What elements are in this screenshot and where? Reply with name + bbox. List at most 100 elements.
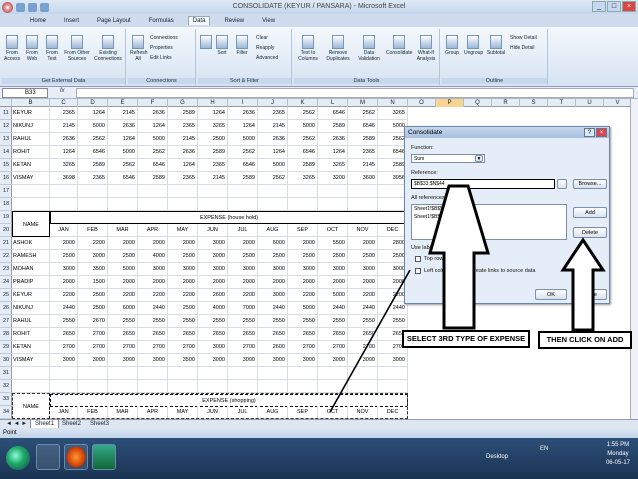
cell[interactable] [50,380,78,393]
row-header[interactable]: 18 [0,198,12,211]
cell[interactable]: KEYUR [12,289,50,302]
cell[interactable]: APR [138,224,168,237]
cell[interactable]: 2600 [258,341,288,354]
cell[interactable]: 3000 [288,354,318,367]
cell[interactable]: 3000 [288,263,318,276]
cell[interactable]: 2636 [228,107,258,120]
row-header[interactable]: 27 [0,315,12,328]
cell[interactable]: 2000 [168,237,198,250]
cell[interactable]: 3000 [50,263,78,276]
cell[interactable]: 7000 [228,302,258,315]
browse-button[interactable]: Browse... [573,179,607,189]
row-header[interactable]: 22 [0,250,12,263]
name-box[interactable]: B33 [2,88,48,98]
cell[interactable]: 5500 [318,237,348,250]
cell[interactable]: 2700 [288,341,318,354]
cell[interactable] [108,367,138,380]
cell[interactable]: ROHIT [12,146,50,159]
cell[interactable]: 5000 [228,133,258,146]
chevron-down-icon[interactable]: ▼ [475,155,483,162]
row-header[interactable]: 17 [0,185,12,198]
remove-duplicates-button[interactable]: Remove Duplicates [324,35,352,62]
list-item[interactable]: Sheet1!$B$5:$N$16 [414,205,566,213]
cell[interactable]: 2145 [108,107,138,120]
cell[interactable]: 2000 [258,276,288,289]
cell[interactable] [50,198,78,211]
cell[interactable]: 2000 [198,276,228,289]
cell[interactable]: 2589 [318,120,348,133]
cell[interactable]: 2200 [138,289,168,302]
tab-page-layout[interactable]: Page Layout [93,17,135,25]
cell[interactable]: 3000 [348,263,378,276]
cell[interactable]: 2200 [108,289,138,302]
add-button[interactable]: Add [573,207,607,218]
cell[interactable]: RAMESH [12,250,50,263]
cell[interactable]: 2200 [288,289,318,302]
clear-link[interactable]: Clear [256,35,268,41]
cell[interactable]: 6546 [228,159,258,172]
tab-review[interactable]: Review [220,17,248,25]
cell[interactable]: 2589 [78,159,108,172]
cell[interactable]: 2550 [228,315,258,328]
row-header[interactable]: 33 [0,393,12,406]
cell[interactable]: 6546 [138,159,168,172]
cell[interactable]: 2636 [108,120,138,133]
properties-link[interactable]: Properties [150,45,173,51]
cell[interactable]: 2670 [78,315,108,328]
cell[interactable]: 2500 [78,289,108,302]
cell[interactable]: 5000 [288,302,318,315]
cell[interactable]: 6546 [288,146,318,159]
cell[interactable]: 2500 [198,133,228,146]
cell[interactable] [348,185,378,198]
cell[interactable] [50,185,78,198]
cell[interactable]: 2365 [78,172,108,185]
column-header[interactable]: L [318,99,348,107]
cell[interactable]: 2500 [50,250,78,263]
cell[interactable]: 2000 [318,276,348,289]
collapse-dialog-icon[interactable] [557,179,567,189]
all-references-list[interactable]: Sheet1!$B$5:$N$16 Sheet1!$B$19:$N$30 [411,204,567,240]
row-header[interactable]: 20 [0,224,12,237]
cell[interactable] [138,198,168,211]
group-button[interactable]: Group [444,35,460,56]
tab-data[interactable]: Data [187,16,211,25]
row-header[interactable]: 19 [0,211,12,224]
cell[interactable] [318,367,348,380]
cell[interactable]: 2589 [348,133,378,146]
cell[interactable] [198,185,228,198]
cell[interactable]: FEB [78,224,108,237]
cell[interactable] [258,185,288,198]
cell[interactable]: 2440 [138,302,168,315]
row-header[interactable]: 24 [0,276,12,289]
cell[interactable]: 3000 [108,354,138,367]
cell[interactable]: 1264 [78,107,108,120]
cell[interactable] [228,367,258,380]
cell[interactable]: 2562 [288,133,318,146]
cell[interactable]: 2000 [108,276,138,289]
cell[interactable]: 2550 [168,315,198,328]
cell[interactable]: MOHAN [12,263,50,276]
cell[interactable] [12,380,50,393]
cell[interactable]: 2550 [318,315,348,328]
cell[interactable]: 2589 [168,107,198,120]
cell[interactable]: 2636 [318,133,348,146]
cell[interactable]: 2550 [108,315,138,328]
cell[interactable] [168,185,198,198]
cell[interactable]: 1264 [318,146,348,159]
cell[interactable] [138,380,168,393]
cell[interactable]: NOV [348,224,378,237]
cell[interactable]: 2145 [198,172,228,185]
cell[interactable]: 3000 [198,250,228,263]
clock[interactable]: 1:55 PM Monday 06-05-17 [606,441,630,468]
cell[interactable] [78,185,108,198]
cell[interactable]: 1500 [78,276,108,289]
cell[interactable]: JUL [228,224,258,237]
row-header[interactable]: 30 [0,354,12,367]
column-header[interactable]: K [288,99,318,107]
cell[interactable]: 2000 [138,276,168,289]
cell[interactable]: 2000 [348,237,378,250]
cell[interactable]: 3000 [378,354,408,367]
column-header[interactable]: H [198,99,228,107]
cell[interactable] [108,185,138,198]
cell[interactable] [378,367,408,380]
